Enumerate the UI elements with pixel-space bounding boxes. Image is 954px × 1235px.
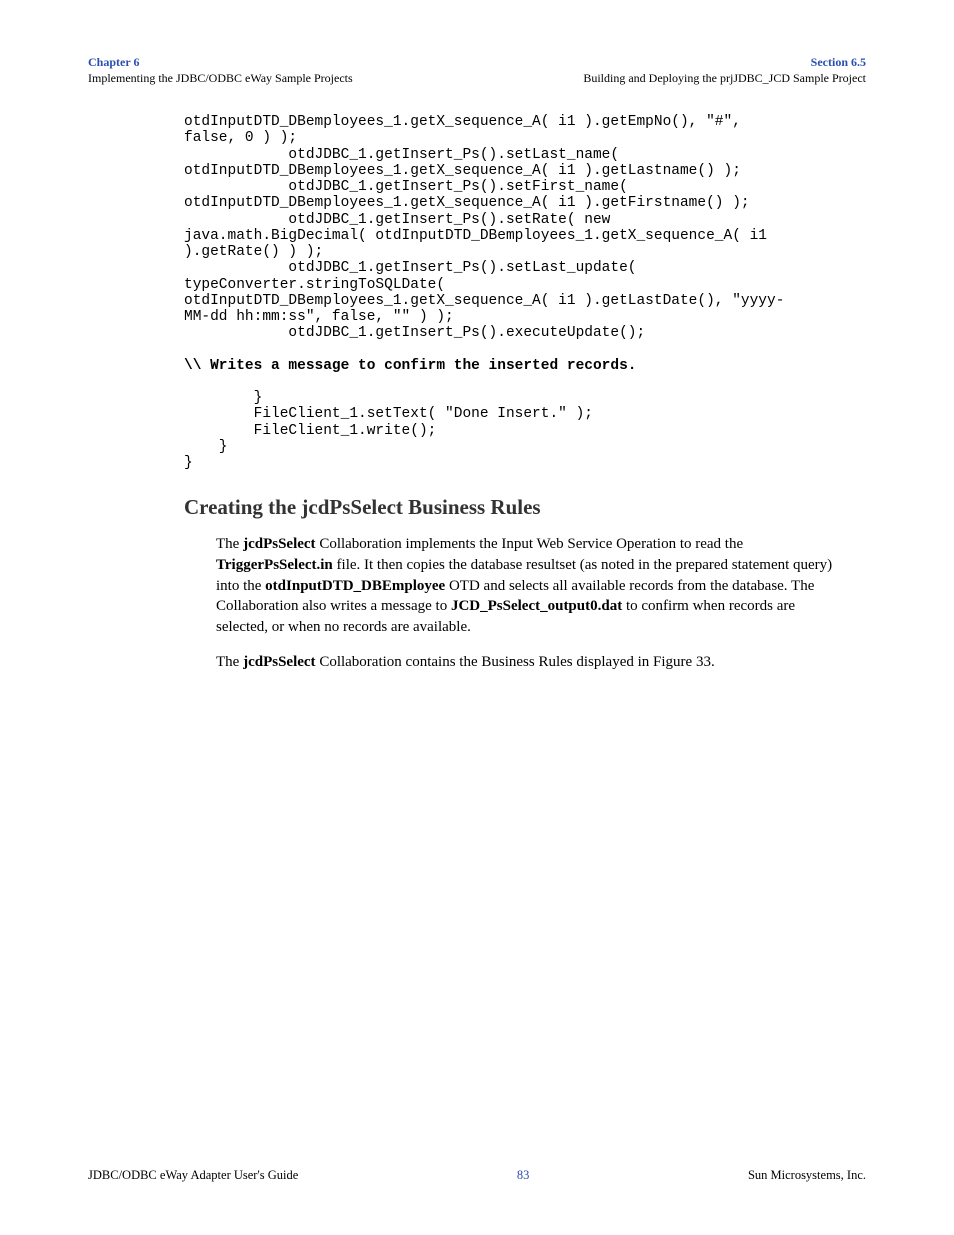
para-bold: otdInputDTD_DBEmployee bbox=[265, 578, 445, 594]
para-text: Collaboration contains the Business Rule… bbox=[316, 654, 715, 670]
chapter-label: Chapter 6 bbox=[88, 55, 353, 71]
code-part-1: otdInputDTD_DBemployees_1.getX_sequence_… bbox=[184, 114, 784, 341]
para-bold: JCD_PsSelect_output0.dat bbox=[451, 598, 622, 614]
section-subtitle: Building and Deploying the prjJDBC_JCD S… bbox=[583, 71, 866, 87]
body-paragraph-2: The jcdPsSelect Collaboration contains t… bbox=[216, 652, 836, 673]
code-part-2: } FileClient_1.setText( "Done Insert." )… bbox=[184, 390, 593, 471]
para-bold: TriggerPsSelect.in bbox=[216, 557, 333, 573]
body-paragraph-1: The jcdPsSelect Collaboration implements… bbox=[216, 534, 836, 637]
chapter-subtitle: Implementing the JDBC/ODBC eWay Sample P… bbox=[88, 71, 353, 87]
code-block: otdInputDTD_DBemployees_1.getX_sequence_… bbox=[184, 114, 866, 471]
para-text: The bbox=[216, 536, 243, 552]
para-bold: jcdPsSelect bbox=[243, 536, 315, 552]
para-bold: jcdPsSelect bbox=[243, 654, 315, 670]
section-label: Section 6.5 bbox=[583, 55, 866, 71]
section-heading: Creating the jcdPsSelect Business Rules bbox=[184, 495, 866, 520]
footer-right: Sun Microsystems, Inc. bbox=[748, 1168, 866, 1183]
footer-left: JDBC/ODBC eWay Adapter User's Guide bbox=[88, 1168, 298, 1183]
footer-page-number: 83 bbox=[517, 1168, 530, 1183]
header-left: Chapter 6 Implementing the JDBC/ODBC eWa… bbox=[88, 55, 353, 86]
page-header: Chapter 6 Implementing the JDBC/ODBC eWa… bbox=[88, 55, 866, 86]
para-text: The bbox=[216, 654, 243, 670]
page-footer: JDBC/ODBC eWay Adapter User's Guide 83 S… bbox=[88, 1168, 866, 1183]
para-text: Collaboration implements the Input Web S… bbox=[316, 536, 744, 552]
code-comment: \\ Writes a message to confirm the inser… bbox=[184, 358, 636, 374]
header-right: Section 6.5 Building and Deploying the p… bbox=[583, 55, 866, 86]
